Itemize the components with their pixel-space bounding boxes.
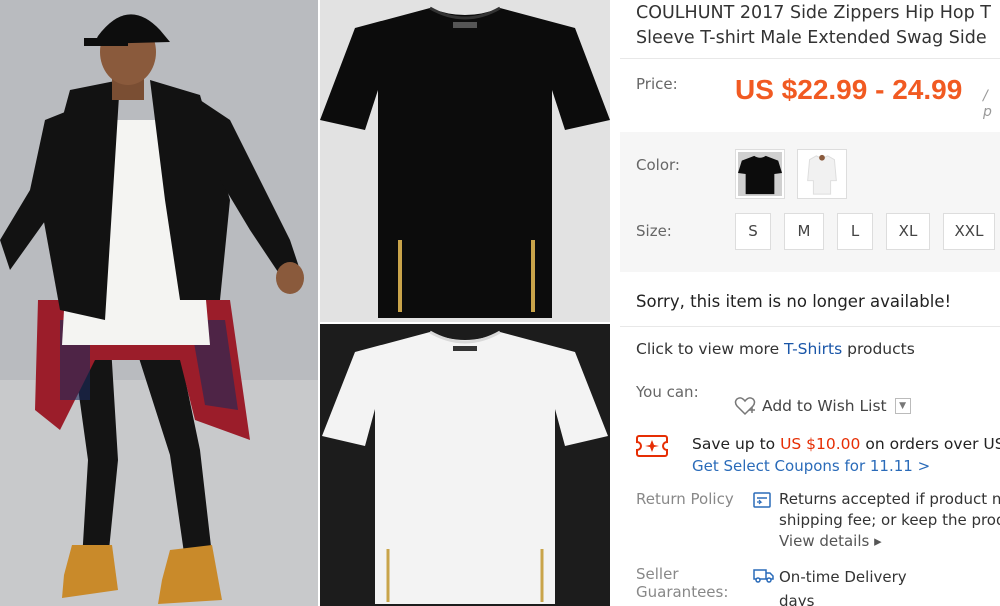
more-products-prefix: Click to view more — [636, 340, 785, 358]
get-coupons-link[interactable]: Get Select Coupons for 11.11 > — [692, 457, 930, 475]
divider — [620, 58, 1000, 59]
model-illustration — [0, 0, 318, 606]
size-label: Size: — [636, 222, 672, 240]
seller-guarantees-line2: days — [779, 592, 815, 606]
black-tshirt-image — [320, 0, 610, 322]
seller-guarantees-label-line2: Guarantees: — [636, 583, 729, 601]
price-unit: / p — [983, 88, 992, 120]
size-option-m[interactable]: M — [784, 213, 824, 250]
category-link-tshirts[interactable]: T-Shirts — [784, 340, 842, 358]
divider — [620, 326, 1000, 327]
price-label: Price: — [636, 75, 678, 93]
white-tshirt-image — [320, 324, 610, 606]
more-products-suffix: products — [842, 340, 915, 358]
product-photo-white-tee[interactable] — [320, 324, 610, 606]
product-gallery — [0, 0, 610, 606]
color-swatch-black[interactable] — [735, 149, 785, 199]
size-option-xxl[interactable]: XXL — [943, 213, 995, 250]
heart-plus-icon — [734, 397, 756, 416]
size-option-l[interactable]: L — [837, 213, 873, 250]
seller-guarantees-text: On-time Delivery days — [779, 565, 907, 606]
add-to-wishlist-button[interactable]: Add to Wish List ▼ — [734, 396, 911, 416]
product-photo-black-tee[interactable] — [320, 0, 610, 322]
coupon-icon — [636, 435, 668, 457]
more-products-text: Click to view more T-Shirts products — [636, 340, 915, 358]
return-policy-line1: Returns accepted if product n — [779, 490, 1000, 508]
return-policy-label: Return Policy — [636, 490, 734, 508]
color-label: Color: — [636, 156, 680, 174]
coupon-text-after: on orders over US $ — [865, 435, 1000, 453]
white-tshirt-thumbnail — [800, 152, 844, 196]
wishlist-label: Add to Wish List — [762, 397, 887, 415]
delivery-truck-icon — [753, 569, 774, 583]
product-title-line2: Sleeve T-shirt Male Extended Swag Side — [636, 28, 987, 48]
coupon-amount: US $10.00 — [780, 435, 861, 453]
unavailable-notice: Sorry, this item is no longer available! — [636, 292, 952, 311]
size-option-s[interactable]: S — [735, 213, 771, 250]
you-can-label: You can: — [636, 383, 699, 401]
product-details-panel: COULHUNT 2017 Side Zippers Hip Hop T Sle… — [620, 0, 1000, 606]
seller-guarantees-label: Seller Guarantees: — [636, 565, 728, 601]
product-photo-model[interactable] — [0, 0, 318, 606]
coupon-offer-text: Save up to US $10.00 on orders over US $ — [692, 435, 1000, 453]
size-option-xl[interactable]: XL — [886, 213, 930, 250]
black-tshirt-thumbnail — [738, 152, 782, 196]
return-policy-line2: shipping fee; or keep the prod — [779, 511, 1000, 529]
coupon-text-before: Save up to — [692, 435, 781, 453]
product-title: COULHUNT 2017 Side Zippers Hip Hop T Sle… — [636, 1, 1000, 51]
price-value: US $22.99 - 24.99 — [735, 74, 963, 105]
color-swatch-white[interactable] — [797, 149, 847, 199]
seller-guarantees-line1: On-time Delivery — [779, 568, 907, 586]
return-policy-icon — [753, 492, 771, 508]
view-details-link[interactable]: View details ▸ — [779, 531, 1000, 552]
seller-guarantees-label-line1: Seller — [636, 565, 679, 583]
chevron-down-icon[interactable]: ▼ — [894, 398, 911, 414]
return-policy-text: Returns accepted if product n shipping f… — [779, 489, 1000, 552]
product-title-line1: COULHUNT 2017 Side Zippers Hip Hop T — [636, 3, 991, 23]
